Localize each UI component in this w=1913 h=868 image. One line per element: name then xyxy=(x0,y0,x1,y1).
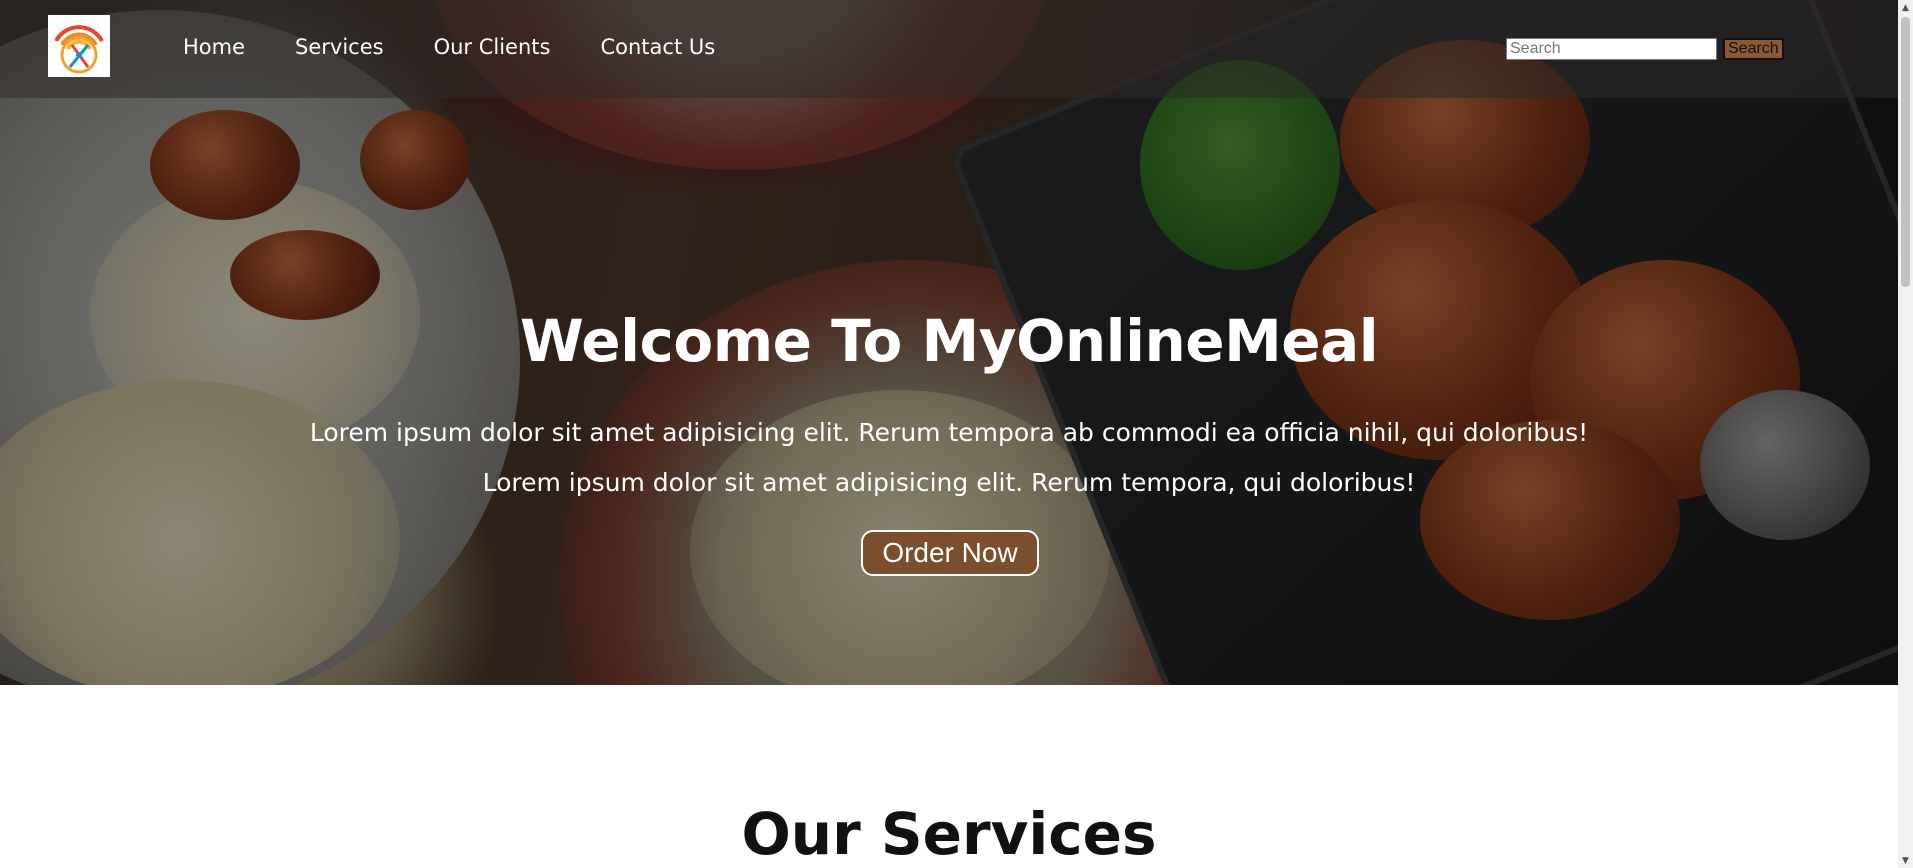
hero-section: Welcome To MyOnlineMeal Lorem ipsum dolo… xyxy=(0,0,1898,685)
wifi-fork-spoon-logo-icon xyxy=(54,25,104,74)
order-now-button[interactable]: Order Now xyxy=(861,530,1039,576)
navbar: Home Services Our Clients Contact Us Sea… xyxy=(0,0,1898,98)
hero-text-line-2: Lorem ipsum dolor sit amet adipisicing e… xyxy=(482,468,1416,497)
services-title: Our Services xyxy=(741,800,1157,868)
main-nav: Home Services Our Clients Contact Us xyxy=(183,33,765,61)
search-input[interactable] xyxy=(1506,38,1717,60)
nav-link-contact-us[interactable]: Contact Us xyxy=(600,33,715,61)
scroll-down-arrow-icon[interactable]: ▼ xyxy=(1898,853,1913,868)
site-logo[interactable] xyxy=(48,15,110,77)
nav-link-services[interactable]: Services xyxy=(295,33,384,61)
hero-text-line-1: Lorem ipsum dolor sit amet adipisicing e… xyxy=(309,418,1589,447)
search-form: Search xyxy=(1506,38,1784,60)
page: Welcome To MyOnlineMeal Lorem ipsum dolo… xyxy=(0,0,1898,868)
nav-link-our-clients[interactable]: Our Clients xyxy=(434,33,551,61)
scroll-up-arrow-icon[interactable]: ▲ xyxy=(1898,0,1913,15)
hero-title: Welcome To MyOnlineMeal xyxy=(519,307,1379,375)
page-scrollbar[interactable]: ▲ ▼ xyxy=(1898,0,1913,868)
nav-link-home[interactable]: Home xyxy=(183,33,245,61)
scroll-thumb[interactable] xyxy=(1901,17,1910,287)
search-button[interactable]: Search xyxy=(1723,38,1784,60)
